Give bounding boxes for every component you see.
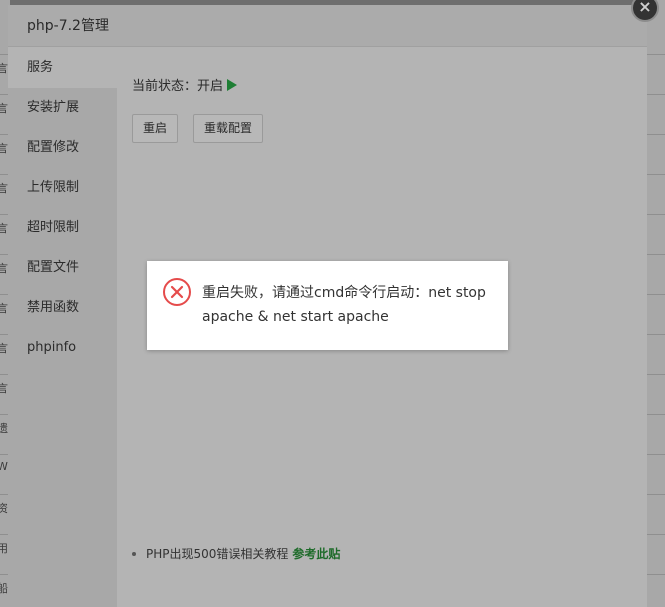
bullet-icon — [132, 552, 136, 556]
background-row-divider — [647, 294, 665, 295]
sidebar-item-upload-limit[interactable]: 上传限制 — [8, 168, 117, 208]
background-row-text: 言 — [0, 262, 8, 275]
background-row-divider — [647, 174, 665, 175]
sidebar-item-service[interactable]: 服务 — [8, 48, 117, 88]
background-row-text: 遗 — [0, 422, 8, 435]
background-row-text: 用 — [0, 542, 8, 555]
restart-button[interactable]: 重启 — [132, 114, 179, 143]
status-text: 当前状态：开启 — [132, 79, 224, 94]
dialog-sidebar: 服务 安装扩展 配置修改 上传限制 超时限制 配置文件 禁用函数 phpinfo — [8, 48, 117, 607]
background-row-divider — [647, 94, 665, 95]
background-row-text: 言 — [0, 222, 8, 235]
background-row-text: 言 — [0, 382, 8, 395]
background-row-text: 资 — [0, 502, 8, 515]
background-row-divider — [647, 134, 665, 135]
sidebar-item-phpinfo[interactable]: phpinfo — [8, 328, 117, 368]
error-message-text: 重启失败，请通过cmd命令行启动：net stop apache & net s… — [202, 285, 486, 325]
background-row-divider — [647, 334, 665, 335]
background-row-text: W — [0, 460, 8, 473]
background-row-divider — [647, 494, 665, 495]
background-right-strip — [647, 0, 665, 607]
service-status: 当前状态：开启 — [132, 75, 238, 94]
background-row-text: 言 — [0, 342, 8, 355]
error-message-popup: 重启失败，请通过cmd命令行启动：net stop apache & net s… — [147, 261, 508, 350]
sidebar-item-config-file[interactable]: 配置文件 — [8, 248, 117, 288]
background-row-text: 言 — [0, 302, 8, 315]
background-row-text: 言 — [0, 102, 8, 115]
sidebar-item-disabled-functions[interactable]: 禁用函数 — [8, 288, 117, 328]
sidebar-item-install-extension[interactable]: 安装扩展 — [8, 88, 117, 128]
background-row-divider — [647, 214, 665, 215]
play-icon — [227, 79, 238, 91]
background-row-divider — [647, 534, 665, 535]
background-row-text: 言 — [0, 142, 8, 155]
background-row-divider — [647, 374, 665, 375]
background-row-divider — [647, 54, 665, 55]
background-row-text: 船 — [0, 582, 8, 595]
sidebar-item-config-edit[interactable]: 配置修改 — [8, 128, 117, 168]
tips-list-item: PHP出现500错误相关教程 参考此贴 — [132, 545, 340, 562]
sidebar-item-timeout-limit[interactable]: 超时限制 — [8, 208, 117, 248]
tips-link[interactable]: 参考此贴 — [292, 547, 340, 561]
dialog-title: php-7.2管理 — [8, 5, 647, 47]
tips-text: PHP出现500错误相关教程 — [146, 547, 289, 561]
reload-config-button[interactable]: 重载配置 — [193, 114, 264, 143]
background-row-text: 言 — [0, 62, 8, 75]
error-circle-icon — [163, 278, 191, 306]
background-row-divider — [647, 254, 665, 255]
background-row-divider — [647, 454, 665, 455]
background-row-text: 言 — [0, 182, 8, 195]
background-row-divider — [647, 414, 665, 415]
background-row-divider — [647, 574, 665, 575]
